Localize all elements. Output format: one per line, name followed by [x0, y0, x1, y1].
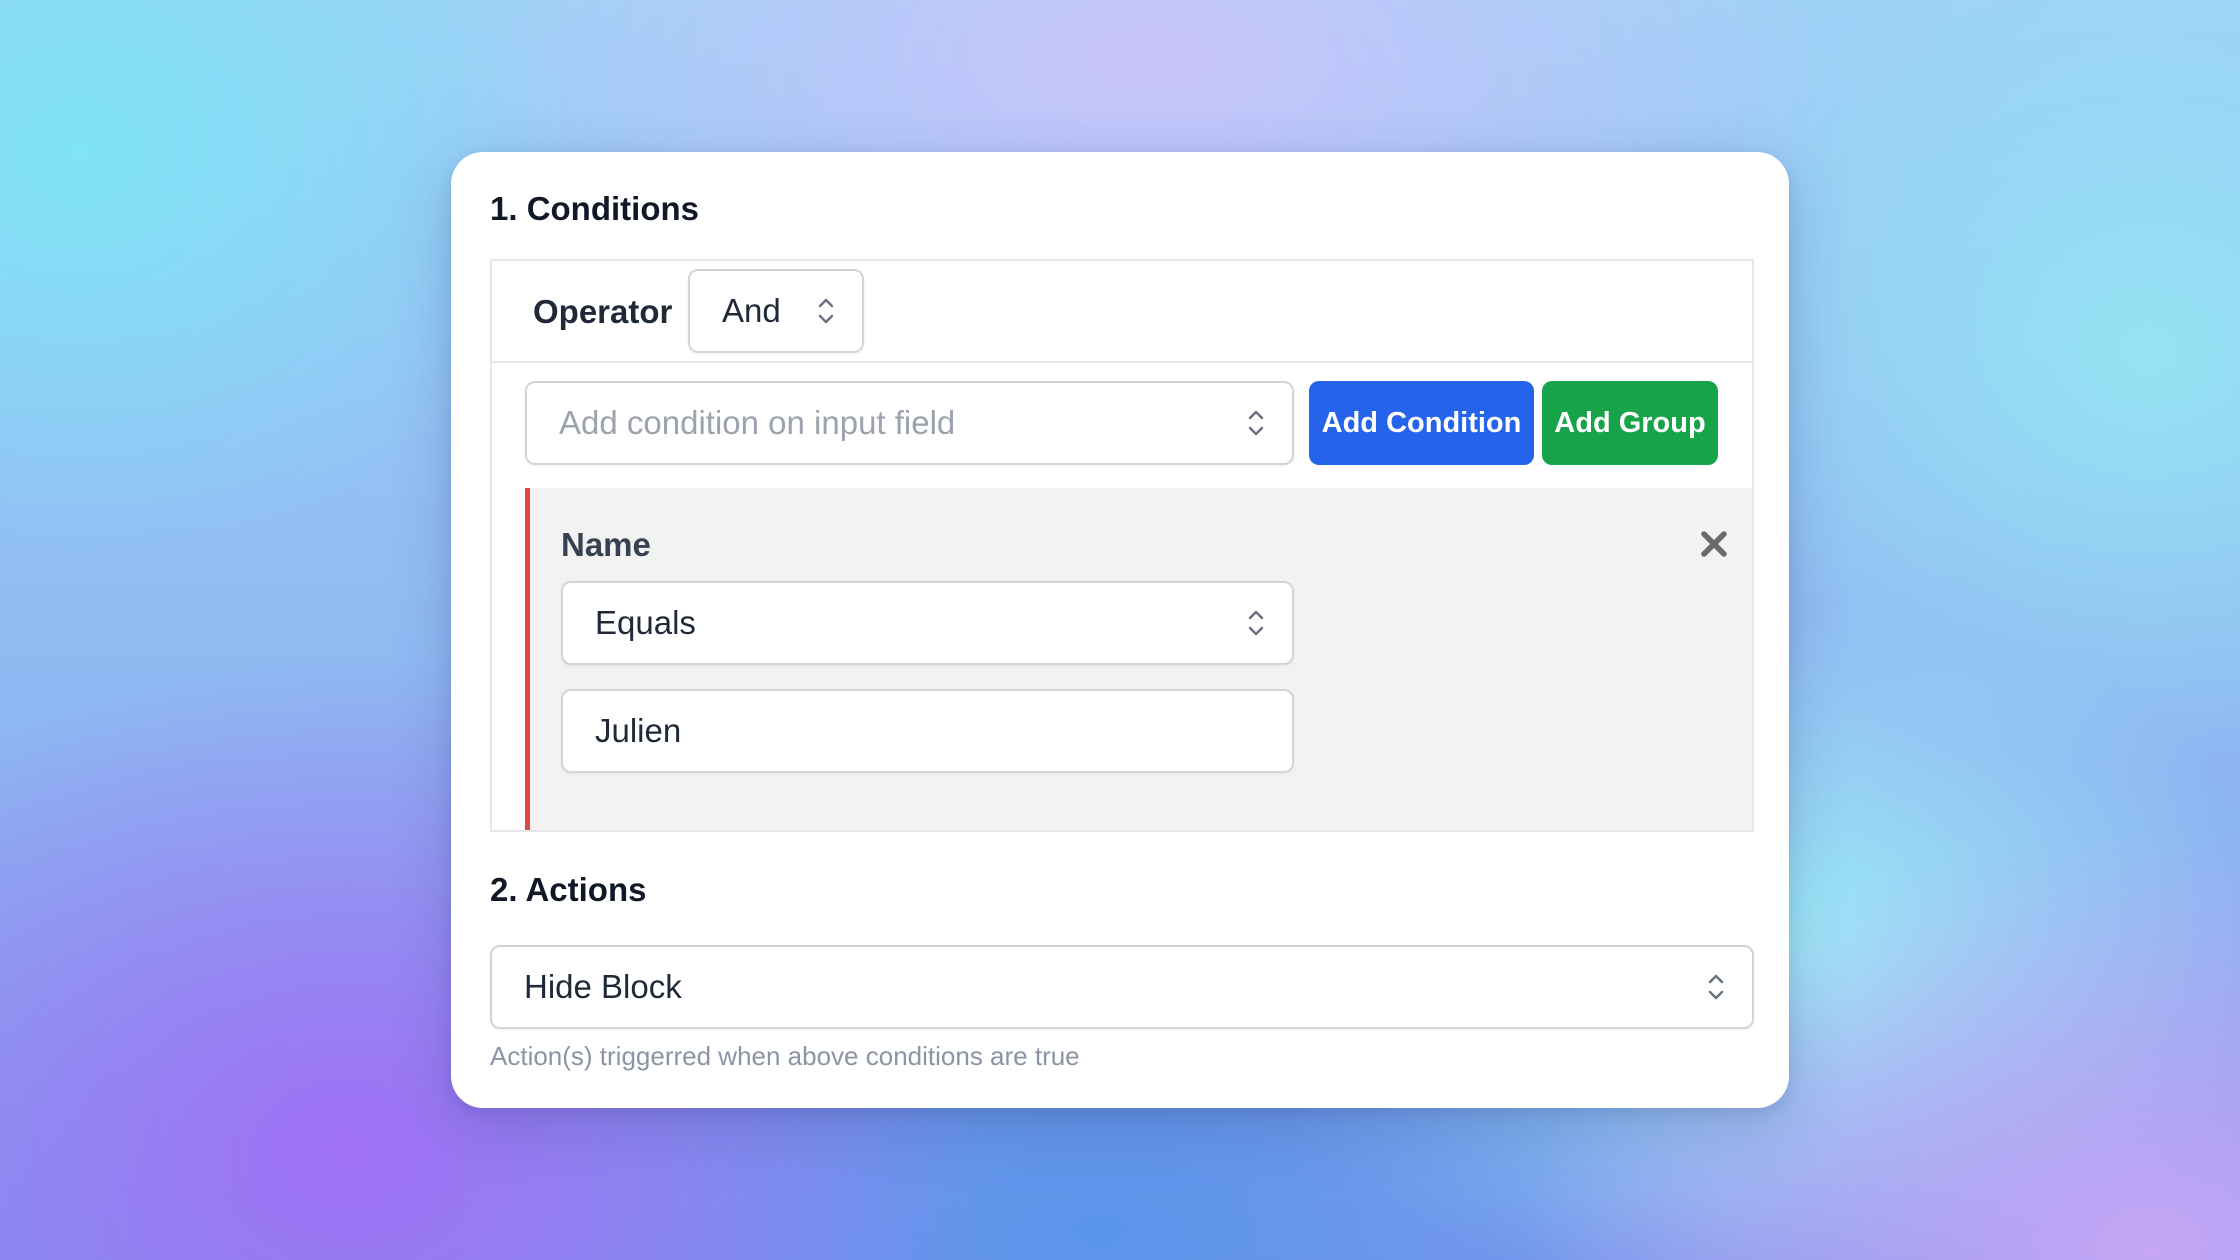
comparator-select[interactable]: Equals: [561, 581, 1294, 665]
close-icon[interactable]: [1694, 524, 1734, 564]
operator-label: Operator: [533, 293, 673, 330]
conditions-section-title: 1. Conditions: [490, 190, 699, 227]
input-field-select-placeholder: Add condition on input field: [559, 404, 956, 441]
operator-row: Operator And: [492, 261, 1752, 363]
actions-helper-text: Action(s) triggerred when above conditio…: [490, 1041, 1080, 1071]
actions-section-title: 2. Actions: [490, 871, 647, 908]
condition-group: Name Equals: [525, 488, 1752, 830]
logic-builder-card: 1. Conditions Operator And Add condition…: [451, 152, 1789, 1108]
condition-field-name: Name: [561, 526, 651, 563]
operator-select[interactable]: And: [688, 269, 864, 353]
chevron-updown-icon: [1708, 974, 1724, 1000]
input-field-select[interactable]: Add condition on input field: [525, 381, 1294, 465]
chevron-updown-icon: [818, 298, 834, 324]
condition-value-input[interactable]: [561, 689, 1294, 773]
action-select-value: Hide Block: [524, 968, 682, 1005]
operator-select-value: And: [722, 292, 781, 329]
add-group-button[interactable]: Add Group: [1542, 381, 1718, 465]
chevron-updown-icon: [1248, 610, 1264, 636]
chevron-updown-icon: [1248, 410, 1264, 436]
action-select[interactable]: Hide Block: [490, 945, 1754, 1029]
comparator-select-value: Equals: [595, 604, 696, 641]
add-condition-button[interactable]: Add Condition: [1309, 381, 1534, 465]
conditions-container: Operator And Add condition on input fiel…: [490, 259, 1754, 832]
